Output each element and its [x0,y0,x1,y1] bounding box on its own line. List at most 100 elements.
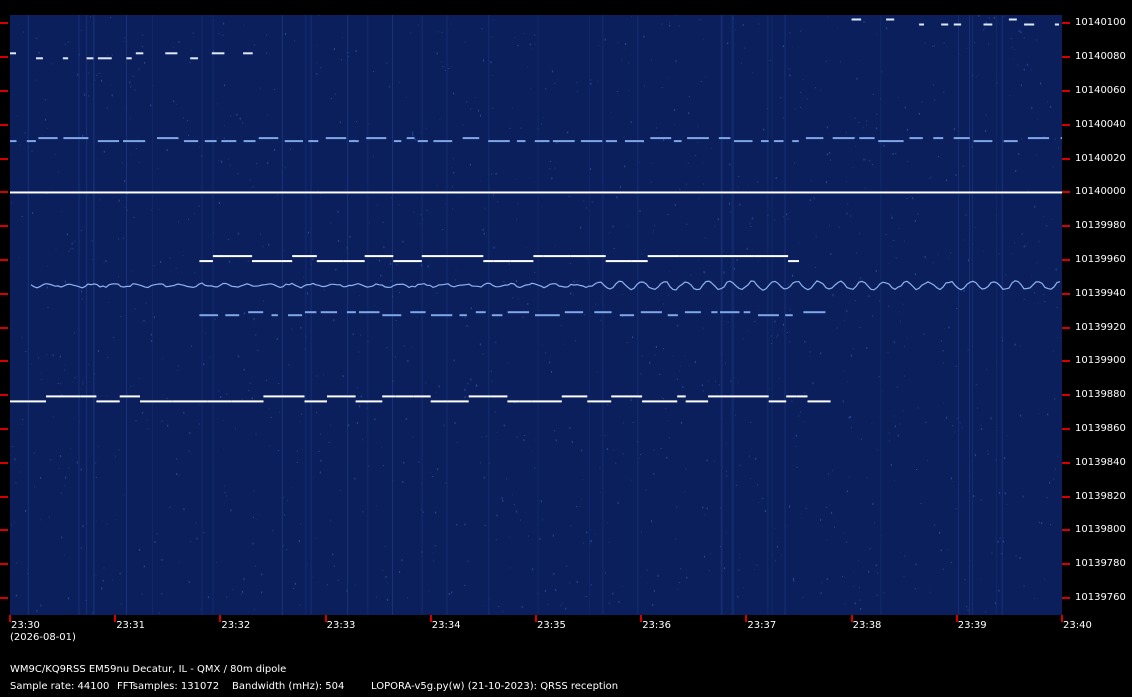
signal-dot [851,18,862,21]
noise-speck [470,307,472,310]
noise-speck [679,370,681,372]
noise-speck [448,593,450,595]
noise-speck [24,132,26,134]
signal-fsk-segment [393,260,422,263]
noise-speck [697,198,699,200]
noise-speck [497,200,499,203]
noise-speck [915,588,916,590]
noise-speck [877,572,879,574]
noise-speck [454,422,456,425]
noise-speck [169,506,171,508]
noise-speck [176,473,178,476]
noise-speck [763,128,765,131]
noise-speck [952,481,954,483]
noise-speck [117,238,119,240]
noise-speck [283,496,285,499]
noise-speck [224,492,226,494]
noise-speck [80,547,82,549]
noise-speck [650,181,652,184]
noise-speck [1051,218,1053,220]
noise-speck [539,537,541,540]
noise-speck [1040,82,1041,85]
noise-streak [488,15,490,615]
noise-speck [402,240,404,243]
signal-fsk-segment [172,400,208,403]
noise-speck [55,248,57,250]
noise-speck [610,231,612,233]
signal-fsk-segment [788,260,799,263]
noise-speck [596,371,598,373]
y-tick-right [1062,563,1070,566]
noise-speck [902,410,904,412]
noise-speck [628,90,630,92]
signal-dim-segment [909,137,923,140]
noise-speck [64,364,66,366]
signal-dim-segment [792,140,799,143]
noise-speck [897,97,899,99]
noise-speck [266,114,268,116]
noise-speck [1018,30,1020,33]
noise-speck [274,148,275,151]
noise-streak [731,15,733,615]
noise-speck [484,525,486,527]
noise-speck [876,113,878,115]
noise-speck [133,385,135,386]
noise-speck [272,529,274,532]
noise-speck [555,589,557,592]
noise-speck [651,163,653,164]
noise-speck [617,91,619,92]
signal-dim-segment [552,140,575,143]
noise-speck [1055,468,1056,471]
signal-fsk-segment [212,255,229,258]
noise-speck [1023,37,1025,39]
noise-streak [972,15,973,615]
noise-speck [955,174,957,177]
noise-speck [153,316,155,319]
noise-speck [787,218,789,221]
noise-speck [802,596,804,599]
noise-speck [451,167,453,169]
noise-speck [138,68,140,70]
noise-speck [435,511,436,514]
noise-speck [815,235,817,238]
noise-speck [130,153,132,155]
noise-speck [387,598,389,601]
noise-speck [509,263,510,265]
y-tick-label: 10139900 [1075,355,1126,367]
noise-speck [395,355,396,358]
noise-speck [675,60,677,63]
noise-speck [438,31,440,33]
waterfall-svg [10,15,1062,615]
noise-speck [21,423,23,425]
noise-speck [607,403,609,406]
noise-speck [182,255,184,257]
noise-speck [453,157,455,160]
noise-streak [305,15,307,615]
signal-dot [10,52,16,55]
noise-speck [584,314,586,316]
noise-speck [607,522,609,524]
noise-speck [757,181,759,183]
noise-speck [227,157,229,160]
noise-speck [10,328,12,330]
noise-speck [412,436,414,439]
noise-speck [564,343,565,345]
noise-speck [886,27,888,30]
y-tick-left [0,597,8,600]
noise-speck [1021,232,1023,235]
noise-speck [751,217,753,220]
y-tick-right [1062,529,1070,532]
noise-speck [1039,521,1040,523]
noise-speck [640,454,642,455]
noise-speck [80,468,82,471]
signal-dim-segment [410,311,426,314]
noise-speck [274,88,276,90]
noise-speck [777,541,779,543]
noise-speck [320,459,322,462]
noise-speck [682,386,684,389]
noise-speck [750,421,752,423]
noise-speck [782,45,784,48]
noise-speck [507,404,509,405]
noise-speck [742,338,744,340]
noise-speck [21,216,23,218]
